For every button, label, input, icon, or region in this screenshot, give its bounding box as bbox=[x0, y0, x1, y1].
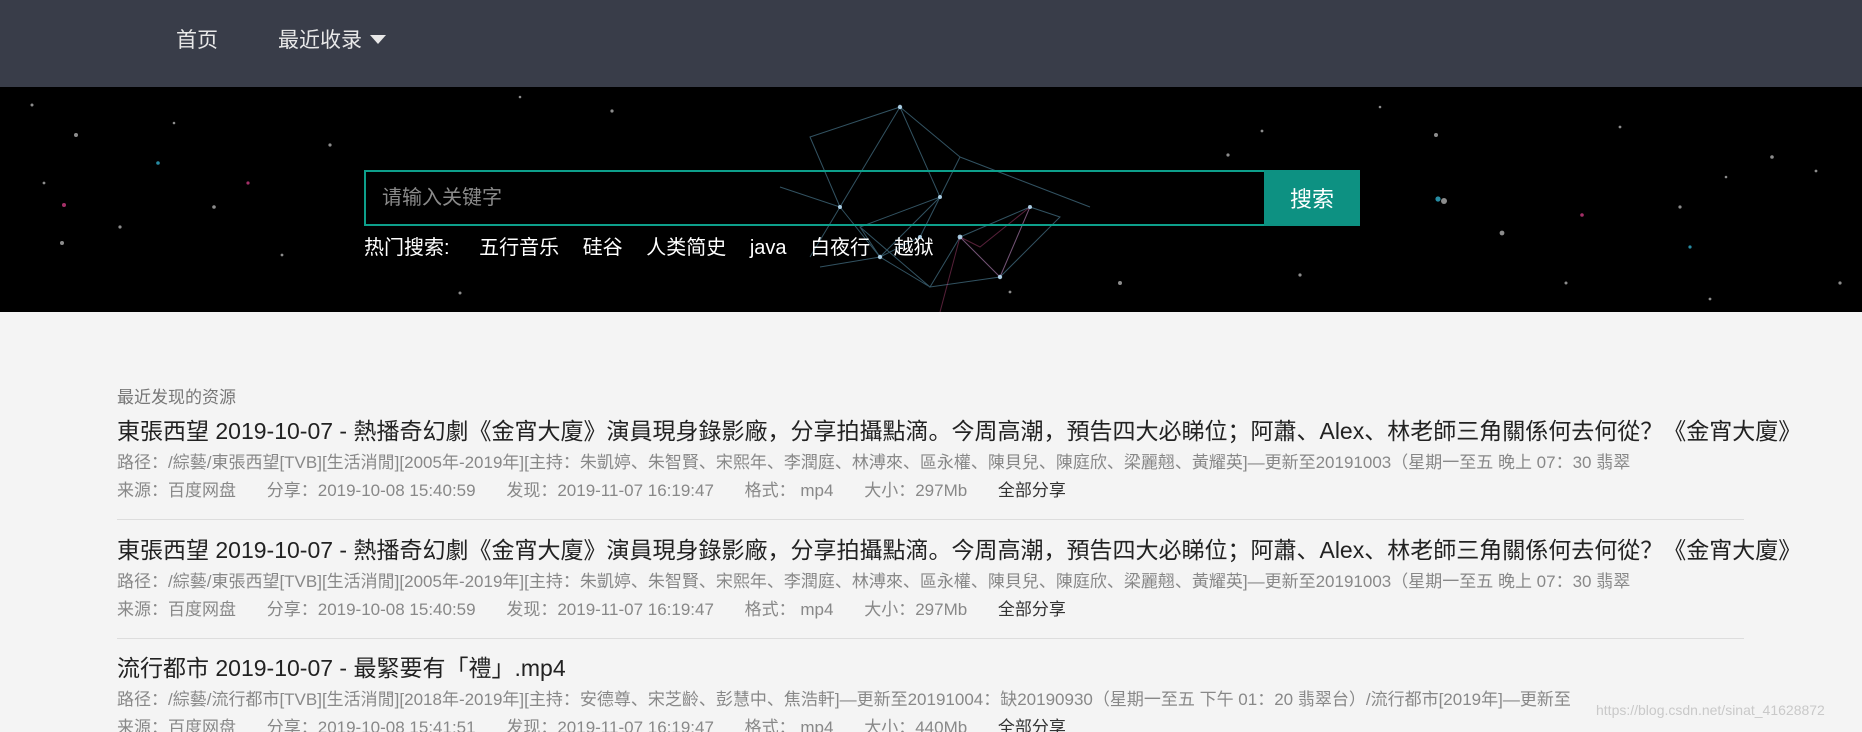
result-title-link[interactable]: 東張西望 2019-10-07 - 熱播奇幻劇《金宵大廈》演員現身錄影廠，分享拍… bbox=[117, 534, 1801, 566]
hot-searches: 热门搜索: 五行音乐 硅谷 人类简史 java 白夜行 越狱 bbox=[364, 233, 952, 263]
top-nav: 首页 最近收录 bbox=[0, 0, 1862, 87]
result-shared-time: 分享：2019-10-08 15:40:59 bbox=[266, 600, 476, 619]
result-title-link[interactable]: 流行都市 2019-10-07 - 最緊要有「禮」.mp4 bbox=[117, 652, 1744, 684]
hot-search-link[interactable]: 越狱 bbox=[894, 237, 934, 259]
divider bbox=[117, 638, 1744, 639]
hot-search-link[interactable]: 硅谷 bbox=[583, 237, 623, 259]
result-meta: 来源：百度网盘 分享：2019-10-08 15:41:51 发现：2019-1… bbox=[117, 716, 1744, 732]
section-title: 最近发现的资源 bbox=[117, 388, 236, 407]
search-input[interactable] bbox=[364, 170, 1264, 226]
result-source: 来源：百度网盘 bbox=[117, 481, 236, 500]
result-found-time: 发现：2019-11-07 16:19:47 bbox=[506, 718, 714, 732]
result-source: 来源：百度网盘 bbox=[117, 718, 236, 732]
result-format: 格式： mp4 bbox=[744, 718, 834, 732]
search-hero: 搜索 热门搜索: 五行音乐 硅谷 人类简史 java 白夜行 越狱 bbox=[0, 87, 1862, 312]
hot-search-link[interactable]: 白夜行 bbox=[810, 237, 870, 259]
result-meta: 来源：百度网盘 分享：2019-10-08 15:40:59 发现：2019-1… bbox=[117, 479, 1744, 503]
result-shared-time: 分享：2019-10-08 15:41:51 bbox=[266, 718, 476, 732]
hot-searches-label: 热门搜索: bbox=[364, 237, 450, 259]
search-box: 搜索 bbox=[364, 170, 1360, 226]
result-size: 大小：440Mb bbox=[864, 718, 968, 732]
hot-search-link[interactable]: 五行音乐 bbox=[479, 237, 559, 259]
share-all-link[interactable]: 全部分享 bbox=[998, 718, 1066, 732]
result-item: 東張西望 2019-10-07 - 熱播奇幻劇《金宵大廈》演員現身錄影廠，分享拍… bbox=[117, 415, 1801, 503]
hot-search-link[interactable]: 人类简史 bbox=[646, 237, 726, 259]
divider bbox=[117, 519, 1744, 520]
result-size: 大小：297Mb bbox=[864, 481, 968, 500]
result-path: 路径：/綜藝/東張西望[TVB][生活消閒][2005年-2019年][主持：朱… bbox=[117, 572, 1631, 591]
result-format: 格式： mp4 bbox=[744, 600, 834, 619]
result-meta: 来源：百度网盘 分享：2019-10-08 15:40:59 发现：2019-1… bbox=[117, 598, 1744, 622]
nav-recent-dropdown[interactable]: 最近收录 bbox=[278, 26, 386, 56]
hot-search-link[interactable]: java bbox=[750, 237, 787, 259]
result-title-link[interactable]: 東張西望 2019-10-07 - 熱播奇幻劇《金宵大廈》演員現身錄影廠，分享拍… bbox=[117, 415, 1801, 447]
result-size: 大小：297Mb bbox=[864, 600, 968, 619]
result-item: 流行都市 2019-10-07 - 最緊要有「禮」.mp4 路径：/綜藝/流行都… bbox=[117, 652, 1744, 732]
share-all-link[interactable]: 全部分享 bbox=[998, 600, 1066, 619]
watermark: https://blog.csdn.net/sinat_41628872 bbox=[1596, 702, 1825, 718]
nav-recent-label: 最近收录 bbox=[278, 29, 362, 52]
result-item: 東張西望 2019-10-07 - 熱播奇幻劇《金宵大廈》演員現身錄影廠，分享拍… bbox=[117, 534, 1801, 622]
result-path: 路径：/綜藝/流行都市[TVB][生活消閒][2018年-2019年][主持：安… bbox=[117, 690, 1571, 709]
result-source: 来源：百度网盘 bbox=[117, 600, 236, 619]
result-found-time: 发现：2019-11-07 16:19:47 bbox=[506, 481, 714, 500]
result-found-time: 发现：2019-11-07 16:19:47 bbox=[506, 600, 714, 619]
result-shared-time: 分享：2019-10-08 15:40:59 bbox=[266, 481, 476, 500]
result-format: 格式： mp4 bbox=[744, 481, 834, 500]
nav-home-link[interactable]: 首页 bbox=[176, 26, 218, 56]
search-button[interactable]: 搜索 bbox=[1264, 170, 1360, 226]
chevron-down-icon bbox=[370, 34, 386, 44]
result-path: 路径：/綜藝/東張西望[TVB][生活消閒][2005年-2019年][主持：朱… bbox=[117, 453, 1631, 472]
share-all-link[interactable]: 全部分享 bbox=[998, 481, 1066, 500]
